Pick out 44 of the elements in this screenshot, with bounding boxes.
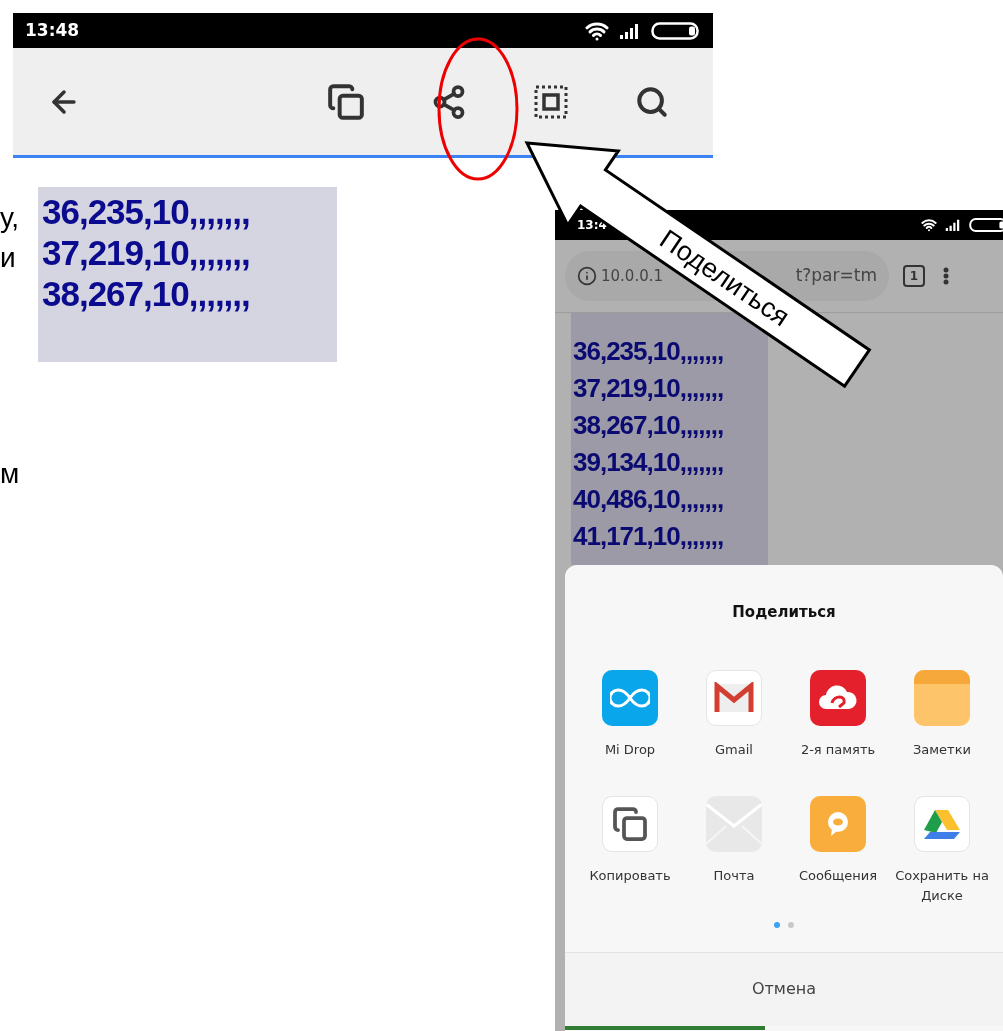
data-row-text: 40,486,10,,,,,,, (573, 483, 725, 516)
select-all-icon (533, 83, 569, 120)
signal-icon (619, 22, 641, 39)
status-time: 13:48 (25, 18, 80, 42)
more-icon (943, 267, 949, 285)
copy-app-icon (602, 795, 658, 852)
share-target[interactable]: Сохранить на Диске (890, 795, 994, 908)
cancel-button[interactable]: Отмена (565, 951, 1003, 1026)
data-row-text: 36,235,10,,,,,,, (573, 335, 725, 368)
share-target[interactable]: Сообщения (786, 795, 890, 908)
share-target[interactable]: Копировать (578, 795, 682, 908)
data-row-text: 37,219,10,,,,,,, (42, 232, 251, 273)
triangle-app-icon (914, 795, 970, 852)
data-row-text: 38,267,10,,,,,,, (42, 273, 251, 314)
slide-text-fragment: м (0, 457, 20, 491)
notepad-app-icon (914, 669, 970, 726)
share-target[interactable]: Заметки (890, 669, 994, 782)
search-icon (635, 84, 669, 119)
info-icon (577, 266, 597, 286)
cloud-app-icon (810, 669, 866, 726)
url-text: 10.0.0.1 (601, 266, 664, 285)
battery-icon (651, 21, 701, 40)
share-icon (431, 83, 467, 120)
copy-icon (327, 82, 365, 121)
infinity-app-icon (602, 669, 658, 726)
tab-count-button[interactable]: 1 (903, 265, 925, 287)
envelope-m-app-icon (706, 669, 762, 726)
share-sheet-title: Поделиться (732, 602, 836, 623)
slide-text-fragment: и (0, 241, 16, 275)
share-target[interactable]: Mi Drop (578, 669, 682, 782)
wifi-icon (920, 217, 937, 233)
data-row-text: 41,171,10,,,,,,, (573, 520, 725, 553)
data-row-text: 39,134,10,,,,,,, (573, 446, 725, 479)
signal-icon (944, 219, 961, 231)
share-target[interactable]: Почта (682, 795, 786, 908)
data-row-text: 36,235,10,,,,,,, (42, 191, 251, 232)
chat-bubble-app-icon (810, 795, 866, 852)
share-target[interactable]: Gmail (682, 669, 786, 782)
data-row-text: 38,267,10,,,,,,, (573, 409, 725, 442)
slide-text-fragment: у, (0, 201, 19, 235)
battery-icon (969, 216, 1003, 234)
data-row-text: 37,219,10,,,,,,, (573, 372, 725, 405)
share-target[interactable]: 2-я память (786, 669, 890, 782)
url-text: t?par=tm (795, 264, 877, 288)
